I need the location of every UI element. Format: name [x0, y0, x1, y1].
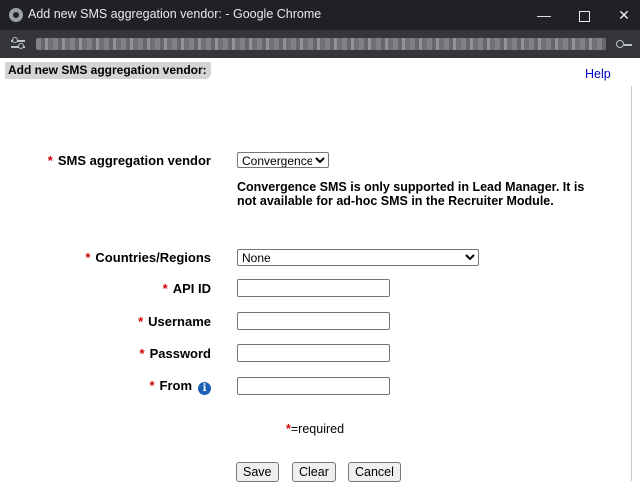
required-marker: * [139, 346, 145, 361]
api-id-input[interactable] [237, 279, 390, 297]
close-button[interactable]: ✕ [609, 4, 639, 26]
help-link[interactable]: Help [585, 67, 611, 81]
from-label: * From i [149, 378, 211, 395]
username-label: * Username [138, 314, 211, 329]
url-field[interactable] [36, 38, 606, 50]
required-marker: * [162, 281, 168, 296]
countries-label: * Countries/Regions [85, 250, 211, 265]
vendor-note: Convergence SMS is only supported in Lea… [237, 180, 585, 208]
minimize-button[interactable]: — [529, 4, 559, 26]
required-marker: * [138, 314, 144, 329]
save-button[interactable]: Save [236, 462, 279, 482]
password-input[interactable] [237, 344, 390, 362]
maximize-icon [578, 10, 590, 22]
page-title-tooltip: Add new SMS aggregation vendor: [5, 62, 211, 79]
chrome-icon [9, 8, 23, 22]
window-title: Add new SMS aggregation vendor: - Google… [28, 7, 322, 21]
required-legend: *=required [286, 422, 345, 436]
countries-select[interactable]: None [237, 249, 479, 266]
site-settings-icon[interactable] [9, 36, 27, 52]
vendor-label: * SMS aggregation vendor [47, 153, 211, 168]
required-marker: * [47, 153, 53, 168]
scrollbar-edge [631, 86, 632, 481]
window-title-bar: Add new SMS aggregation vendor: - Google… [0, 0, 640, 30]
clear-button[interactable]: Clear [292, 462, 336, 482]
password-label: * Password [139, 346, 211, 361]
api-id-label: * API ID [162, 281, 211, 296]
required-marker: * [149, 378, 155, 393]
required-marker: * [85, 250, 91, 265]
from-input[interactable] [237, 377, 390, 395]
cancel-button[interactable]: Cancel [348, 462, 401, 482]
key-icon[interactable] [616, 38, 632, 50]
vendor-select[interactable]: Convergence [237, 152, 329, 168]
maximize-button[interactable] [569, 4, 599, 26]
username-input[interactable] [237, 312, 390, 330]
address-bar [0, 30, 640, 58]
info-icon[interactable]: i [198, 382, 211, 395]
